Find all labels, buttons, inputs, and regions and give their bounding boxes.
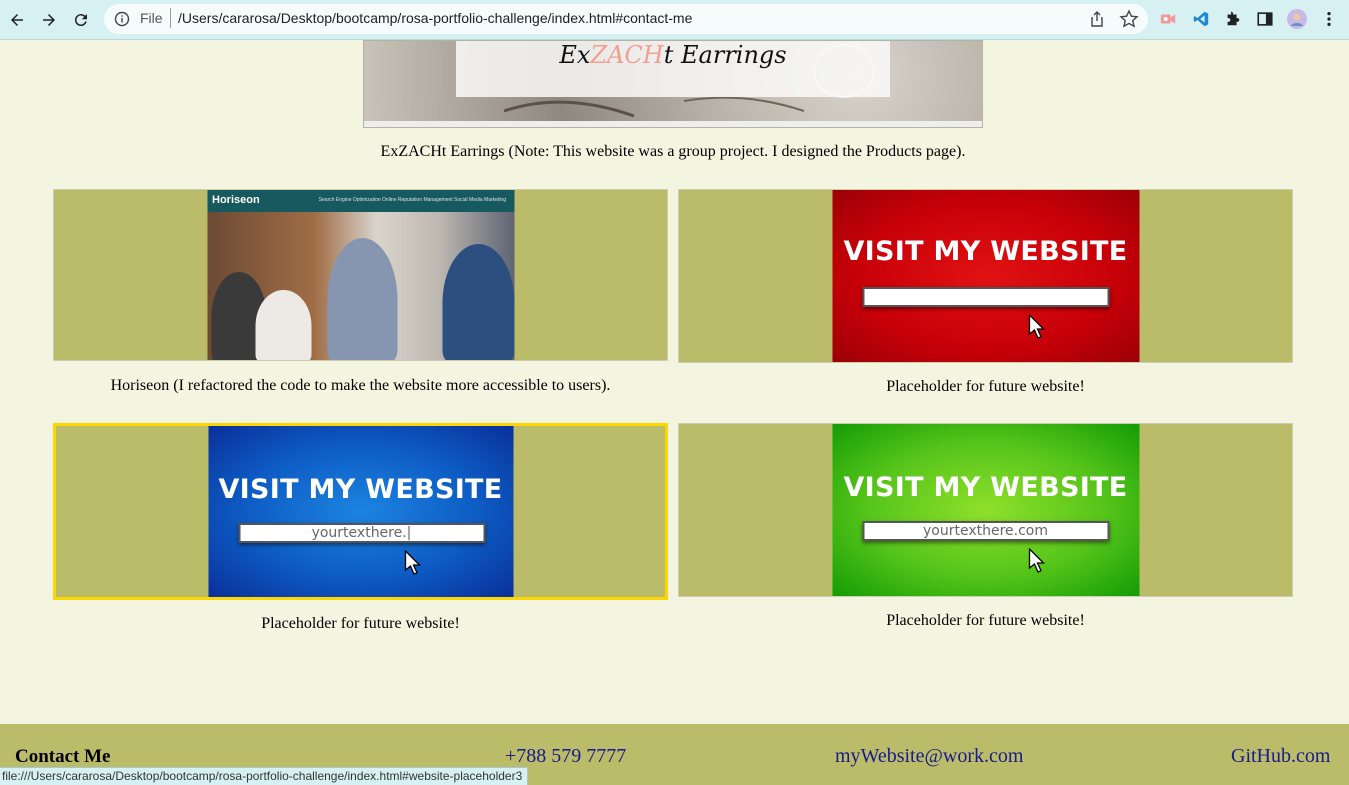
featured-project-image[interactable]: ExZACHt Earrings xyxy=(363,40,983,128)
visit-textbox: yourtexthere.| xyxy=(238,523,485,543)
contact-heading: Contact Me xyxy=(15,746,111,767)
visit-textbox: yourtexthere.com xyxy=(862,521,1109,541)
featured-project-caption: ExZACHt Earrings (Note: This website was… xyxy=(380,143,966,160)
info-icon[interactable] xyxy=(114,11,130,27)
person-shape xyxy=(327,238,397,360)
exzacht-logo: ExZACHt Earrings xyxy=(559,41,787,69)
bookmark-star-icon[interactable] xyxy=(1119,9,1139,29)
project-caption-horiseon: Horiseon (I refactored the code to make … xyxy=(110,377,611,394)
visit-title: VISIT MY WEBSITE xyxy=(843,472,1128,503)
profile-avatar-icon[interactable] xyxy=(1287,9,1307,29)
link-status-bar: file:///Users/cararosa/Desktop/bootcamp/… xyxy=(0,767,529,785)
side-panel-icon[interactable] xyxy=(1255,9,1275,29)
project-caption-placeholder-3: Placeholder for future website! xyxy=(886,612,1085,629)
person-shape xyxy=(255,290,311,360)
visit-website-red-image: VISIT MY WEBSITE xyxy=(832,190,1139,362)
browser-toolbar: File /Users/cararosa/Desktop/bootcamp/ro… xyxy=(0,0,1349,40)
github-link[interactable]: GitHub.com xyxy=(1231,745,1330,768)
visit-title: VISIT MY WEBSITE xyxy=(218,474,503,505)
horiseon-screenshot: Horiseon Search Engine Optimization Onli… xyxy=(207,190,514,360)
visit-title: VISIT MY WEBSITE xyxy=(843,236,1128,267)
vscode-extension-icon[interactable] xyxy=(1191,9,1211,29)
reload-icon[interactable] xyxy=(69,8,93,32)
visit-textbox xyxy=(862,287,1109,307)
url-text[interactable]: /Users/cararosa/Desktop/bootcamp/rosa-po… xyxy=(178,10,692,26)
project-caption-placeholder-1: Placeholder for future website! xyxy=(886,378,1085,395)
extension-record-icon[interactable] xyxy=(1158,9,1178,29)
address-separator xyxy=(170,8,171,28)
mouse-cursor-icon xyxy=(1028,314,1045,339)
puzzle-extensions-icon[interactable] xyxy=(1223,9,1243,29)
project-card-horiseon[interactable]: Horiseon Search Engine Optimization Onli… xyxy=(53,189,668,361)
person-shape xyxy=(442,244,514,360)
horiseon-header-bar: Horiseon Search Engine Optimization Onli… xyxy=(207,190,514,212)
project-card-placeholder-2[interactable]: VISIT MY WEBSITE yourtexthere.| xyxy=(53,423,668,600)
email-link[interactable]: myWebsite@work.com xyxy=(835,745,1023,768)
project-card-placeholder-3[interactable]: VISIT MY WEBSITE yourtexthere.com xyxy=(678,423,1293,597)
horiseon-thumb-nav: Search Engine Optimization Online Reputa… xyxy=(318,197,506,203)
mouse-cursor-icon xyxy=(1028,548,1045,573)
kebab-menu-icon[interactable] xyxy=(1319,9,1339,29)
back-arrow-icon[interactable] xyxy=(5,8,29,32)
forward-arrow-icon[interactable] xyxy=(37,8,61,32)
address-bar[interactable]: File /Users/cararosa/Desktop/bootcamp/ro… xyxy=(104,4,1148,34)
project-card-placeholder-1[interactable]: VISIT MY WEBSITE xyxy=(678,189,1293,363)
visit-website-blue-image: VISIT MY WEBSITE yourtexthere.| xyxy=(208,426,513,597)
share-icon[interactable] xyxy=(1088,10,1106,28)
phone-link[interactable]: +788 579 7777 xyxy=(505,745,626,768)
scheme-label: File xyxy=(140,10,163,26)
project-caption-placeholder-2: Placeholder for future website! xyxy=(261,615,460,632)
visit-website-green-image: VISIT MY WEBSITE yourtexthere.com xyxy=(832,424,1139,596)
horiseon-thumb-title: Horiseon xyxy=(212,194,260,206)
mouse-cursor-icon xyxy=(404,550,421,575)
